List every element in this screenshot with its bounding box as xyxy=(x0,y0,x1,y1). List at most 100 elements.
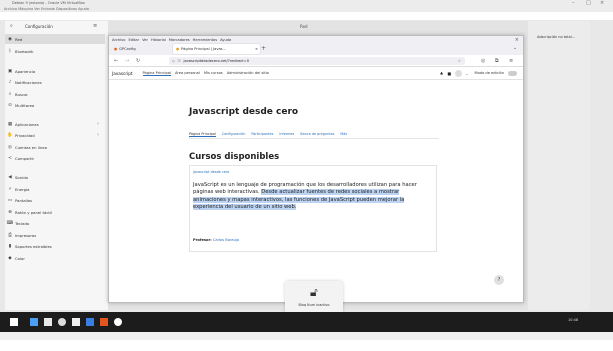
bluetooth-icon: ᛒ xyxy=(8,49,12,54)
sidebar-item-label: Soportes extraíbles xyxy=(15,243,52,249)
appearance-icon: ▣ xyxy=(7,68,13,74)
avatar[interactable] xyxy=(455,69,463,77)
chat-icon[interactable]: ■ xyxy=(447,71,451,76)
new-tab-icon[interactable]: + xyxy=(261,45,266,52)
nav-area-personal[interactable]: Área personal xyxy=(175,71,200,75)
settings-sidebar: ⌕ Configuración ≡ ◉ Red ᛒ Bluetooth ▣ Apari… xyxy=(5,21,108,310)
menu-archivo[interactable]: Archivo xyxy=(112,38,125,42)
app-icon[interactable] xyxy=(114,318,122,326)
store-icon[interactable] xyxy=(86,318,94,326)
extensions-icon[interactable]: ⧉ xyxy=(495,57,499,65)
sidebar-item-aplicaciones[interactable]: ▦ Aplicaciones › xyxy=(5,119,105,129)
sidebar-item-buscar[interactable]: ⌕ Buscar xyxy=(5,89,105,99)
bell-icon[interactable]: ♣ xyxy=(440,71,444,76)
menu-ayuda[interactable]: Ayuda xyxy=(220,38,231,42)
lock-icon: 🔓︎ xyxy=(310,285,318,299)
sidebar-item-soportes[interactable]: ▮ Soportes extraíbles xyxy=(5,241,105,251)
lock-icon[interactable]: ⚿ xyxy=(178,59,181,63)
site-brand[interactable]: Javascript xyxy=(112,71,133,76)
tab-banco-preguntas[interactable]: Banco de preguntas xyxy=(300,132,334,136)
sidebar-item-label: Ratón y panel táctil xyxy=(15,209,53,215)
sidebar-item-red[interactable]: ◉ Red xyxy=(5,34,105,44)
tab-mas[interactable]: Más xyxy=(340,132,347,136)
chevron-down-icon[interactable]: ⌄ xyxy=(513,45,517,51)
tab-gpconfig[interactable]: ● GPConfig xyxy=(111,44,174,54)
settings-header: ⌕ Configuración ≡ xyxy=(5,21,108,33)
menu-icon[interactable]: ≡ xyxy=(93,23,97,29)
menu-editar[interactable]: Editar xyxy=(128,38,139,42)
tab-configuracion[interactable]: Configuración xyxy=(222,132,246,136)
back-icon[interactable]: ← xyxy=(114,57,118,65)
bookmark-star-icon[interactable]: ☆ xyxy=(458,59,461,63)
tab-participantes[interactable]: Participantes xyxy=(251,132,273,136)
host-menu[interactable]: Archivo Máquina Ver Entrada Dispositivos… xyxy=(4,6,89,12)
menu-ver[interactable]: Ver xyxy=(142,38,148,42)
activities-icon[interactable] xyxy=(10,318,18,326)
forward-icon[interactable]: → xyxy=(125,57,129,65)
color-icon: ◆ xyxy=(8,255,12,261)
host-menubar xyxy=(0,6,613,12)
nav-administracion[interactable]: Administración del sitio xyxy=(227,71,269,75)
multitask-icon: ⊙ xyxy=(8,102,12,108)
usb-icon: ▮ xyxy=(8,243,12,249)
help-button[interactable]: ? xyxy=(494,275,504,285)
tab-pagina-principal[interactable]: ● Página Principal | Javas... × xyxy=(173,44,260,54)
sidebar-item-multitarea[interactable]: ⊙ Multitarea xyxy=(5,100,105,110)
shield-icon[interactable]: ◇ xyxy=(172,59,175,63)
menu-historial[interactable]: Historial xyxy=(151,38,166,42)
clock[interactable]: 10:48 xyxy=(568,318,578,322)
chevron-down-icon[interactable]: ⌄ xyxy=(465,71,468,76)
sidebar-item-sonido[interactable]: ◀ Sonido xyxy=(5,172,105,182)
sidebar-item-compartir[interactable]: ≺ Compartir xyxy=(5,153,105,163)
settings-icon[interactable] xyxy=(72,318,80,326)
tab-informes[interactable]: Informes xyxy=(279,132,294,136)
sidebar-item-raton[interactable]: ⊕ Ratón y panel táctil xyxy=(5,207,105,217)
search-icon[interactable]: ⌕ xyxy=(10,23,13,29)
firefox-icon[interactable] xyxy=(100,318,108,326)
nav-pagina-principal[interactable]: Página Principal xyxy=(142,71,171,76)
tab-pagina-principal[interactable]: Página Principal xyxy=(189,132,216,137)
close-icon[interactable]: × xyxy=(255,47,258,51)
mouse-icon: ⊕ xyxy=(8,209,12,215)
tab-bar: ● GPConfig ● Página Principal | Javas... × … xyxy=(109,43,523,55)
browser-icon[interactable] xyxy=(58,318,66,326)
sidebar-item-label: Compartir xyxy=(15,155,35,161)
sidebar-item-cuentas[interactable]: ◎ Cuentas en línea xyxy=(5,142,105,152)
edit-mode-toggle[interactable] xyxy=(508,70,517,76)
url-text[interactable]: javascriptdesdecero.net/?redirect=0 xyxy=(184,59,249,63)
professor-label: Profesor: xyxy=(193,238,212,242)
sidebar-item-privacidad[interactable]: ✋ Privacidad › xyxy=(5,130,105,140)
sidebar-item-bluetooth[interactable]: ᛒ Bluetooth xyxy=(5,46,105,56)
settings-page-title: Red xyxy=(300,24,308,29)
display-icon: ▭ xyxy=(7,197,13,203)
bell-icon: ♪ xyxy=(8,79,12,85)
close-icon[interactable]: × xyxy=(515,37,519,43)
files-icon[interactable] xyxy=(30,318,38,326)
sidebar-item-label: Sonido xyxy=(15,174,28,180)
sidebar-item-apariencia[interactable]: ▣ Apariencia xyxy=(5,66,105,76)
course-link[interactable]: javascript desde cero xyxy=(193,170,229,174)
sidebar-item-label: Color xyxy=(15,255,25,261)
course-description: JavaScript es un lenguaje de programació… xyxy=(193,182,429,211)
hamburger-menu-icon[interactable]: ≡ xyxy=(509,57,513,65)
sidebar-item-label: Multitarea xyxy=(15,102,35,108)
sidebar-item-notificaciones[interactable]: ♪ Notificaciones xyxy=(5,77,105,87)
sidebar-item-teclado[interactable]: ⌨ Teclado xyxy=(5,218,105,228)
sidebar-item-label: Bluetooth xyxy=(15,48,34,54)
sidebar-item-impresoras[interactable]: ⎙ Impresoras xyxy=(5,230,105,240)
professor-name[interactable]: Carlos Baraujo xyxy=(213,238,239,242)
terminal-icon[interactable] xyxy=(44,318,52,326)
sidebar-item-pantallas[interactable]: ▭ Pantallas xyxy=(5,195,105,205)
sidebar-item-energia[interactable]: ⚡ Energía xyxy=(5,184,105,194)
reload-icon[interactable]: ↻ xyxy=(136,57,140,65)
shield-icon[interactable]: ◎ xyxy=(481,57,485,65)
edit-mode-label: Modo de edición xyxy=(474,71,505,75)
menu-herramientas[interactable]: Herramientas xyxy=(193,38,217,42)
sidebar-item-label: Impresoras xyxy=(15,232,37,238)
sidebar-item-color[interactable]: ◆ Color xyxy=(5,253,105,263)
notification-text[interactable]: Adscripción no total... xyxy=(537,35,575,39)
nav-mis-cursos[interactable]: Mis cursos xyxy=(204,71,223,75)
sidebar-item-label: Buscar xyxy=(15,91,28,97)
url-bar[interactable]: ◇ ⚿ javascriptdesdecero.net/?redirect=0 … xyxy=(169,57,465,65)
menu-marcadores[interactable]: Marcadores xyxy=(169,38,190,42)
